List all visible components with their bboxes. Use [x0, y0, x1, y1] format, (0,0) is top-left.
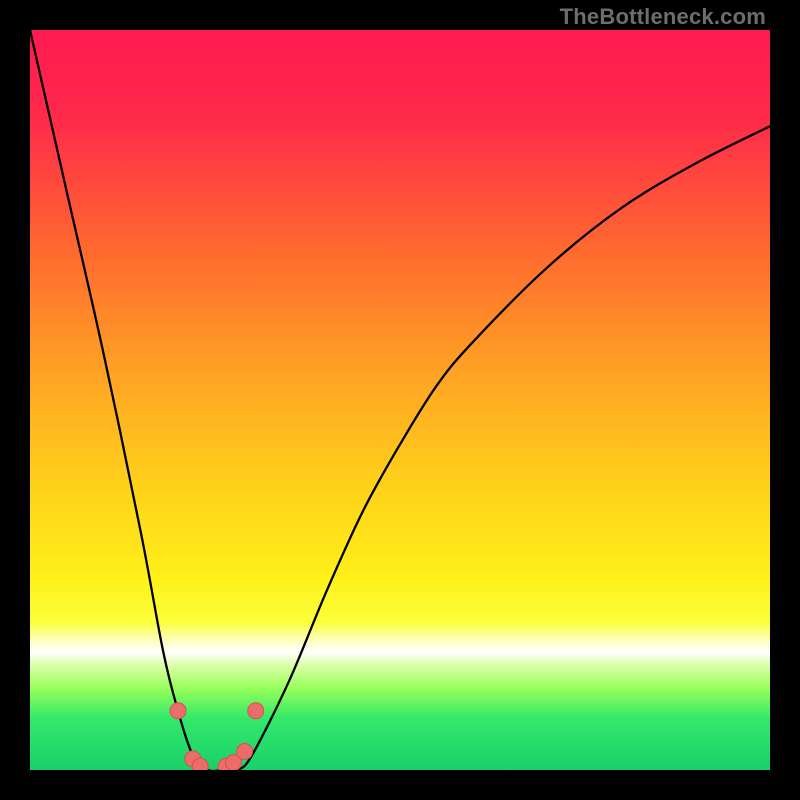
- chart-frame: TheBottleneck.com: [0, 0, 800, 800]
- marker-dot: [237, 744, 253, 760]
- plot-area: [30, 30, 770, 770]
- watermark-text: TheBottleneck.com: [560, 4, 766, 30]
- marker-points: [30, 30, 770, 770]
- marker-dot: [192, 758, 208, 770]
- marker-dot: [170, 703, 186, 719]
- marker-dot: [248, 703, 264, 719]
